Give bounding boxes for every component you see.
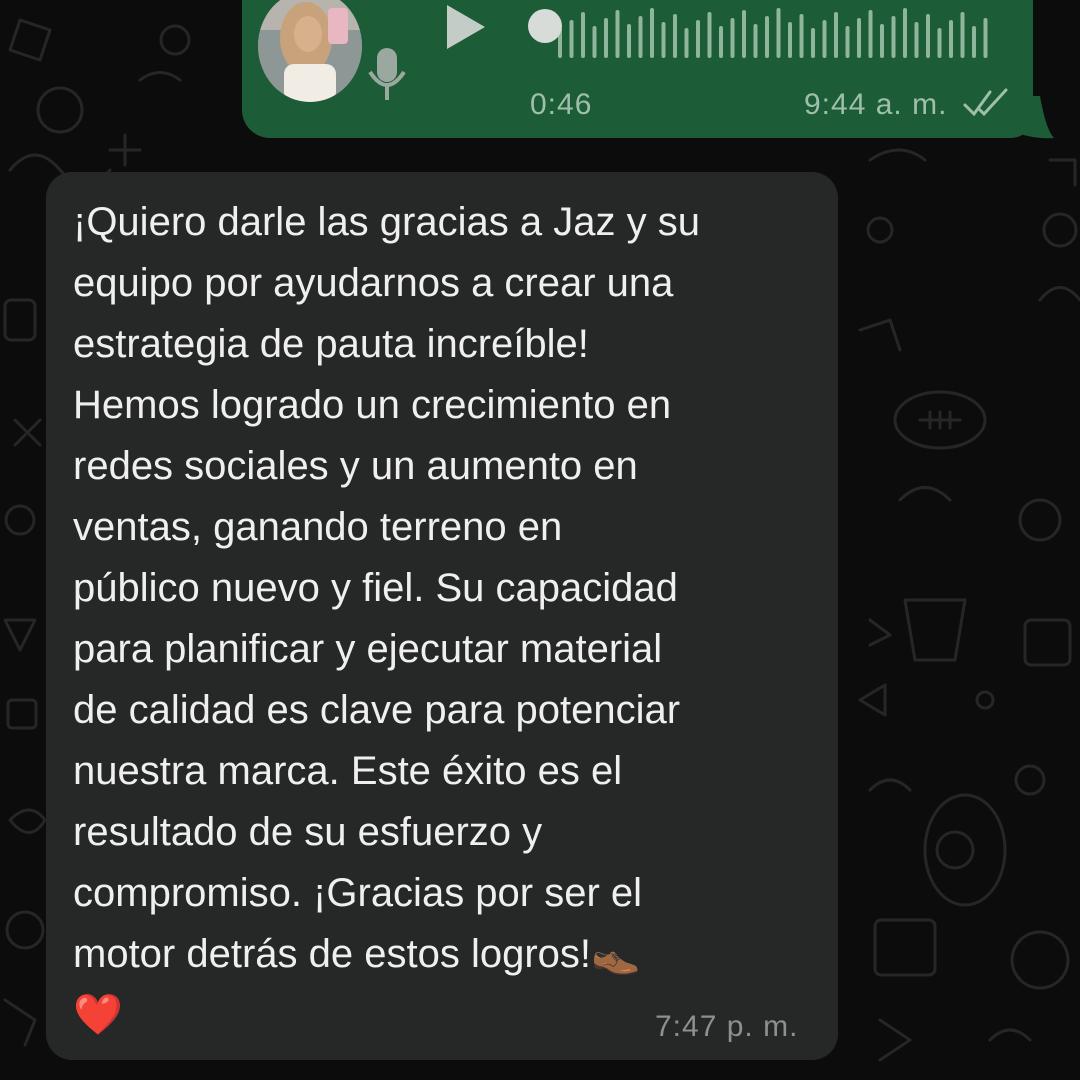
waveform-bar bbox=[719, 26, 723, 58]
waveform-bar bbox=[765, 16, 769, 58]
waveform-bar bbox=[811, 28, 815, 58]
waveform-bar bbox=[684, 28, 689, 58]
waveform-bar bbox=[707, 12, 712, 58]
waveform-bar bbox=[788, 22, 792, 58]
waveform-bar bbox=[673, 14, 677, 58]
message-time: 7:47 p. m. bbox=[655, 1010, 799, 1043]
waveform-bar bbox=[799, 14, 804, 58]
waveform-bar bbox=[960, 12, 965, 58]
waveform-bar bbox=[834, 12, 838, 58]
waveform-bar bbox=[926, 14, 930, 58]
waveform-bar bbox=[903, 8, 907, 58]
waveform-bar bbox=[650, 8, 654, 58]
play-icon[interactable] bbox=[441, 3, 489, 51]
waveform-bar bbox=[753, 24, 758, 58]
waveform-bar bbox=[937, 28, 942, 58]
waveform-bar bbox=[822, 20, 827, 58]
waveform-bar bbox=[696, 20, 700, 58]
waveform-bar bbox=[949, 20, 953, 58]
waveform-bar bbox=[857, 18, 861, 58]
waveform-bar bbox=[845, 26, 850, 58]
voice-duration: 0:46 bbox=[530, 88, 593, 121]
microphone-icon bbox=[368, 48, 406, 100]
waveform-bar bbox=[742, 10, 746, 58]
waveform-bar bbox=[627, 24, 631, 58]
voice-message-time: 9:44 a. m. bbox=[804, 88, 948, 121]
waveform-bar bbox=[776, 8, 781, 58]
waveform-bar bbox=[569, 20, 574, 58]
waveform-bar bbox=[914, 22, 919, 58]
waveform-bar bbox=[880, 24, 884, 58]
waveform-bar bbox=[983, 18, 988, 58]
waveform-bar bbox=[891, 16, 896, 58]
waveform-bar bbox=[592, 26, 597, 58]
waveform-bar bbox=[638, 16, 643, 58]
double-check-icon bbox=[963, 88, 1008, 117]
voice-waveform[interactable] bbox=[528, 0, 998, 58]
message-text: ¡Quiero darle las gracias a Jaz y su equ… bbox=[73, 200, 700, 1037]
waveform-bar bbox=[661, 22, 666, 58]
waveform-bar bbox=[615, 10, 620, 58]
playback-scrubber[interactable] bbox=[528, 9, 562, 43]
waveform-bar bbox=[972, 26, 976, 58]
waveform-bar bbox=[604, 18, 608, 58]
waveform-bar bbox=[730, 18, 735, 58]
waveform-bar bbox=[868, 10, 873, 58]
waveform-bar bbox=[581, 12, 585, 58]
